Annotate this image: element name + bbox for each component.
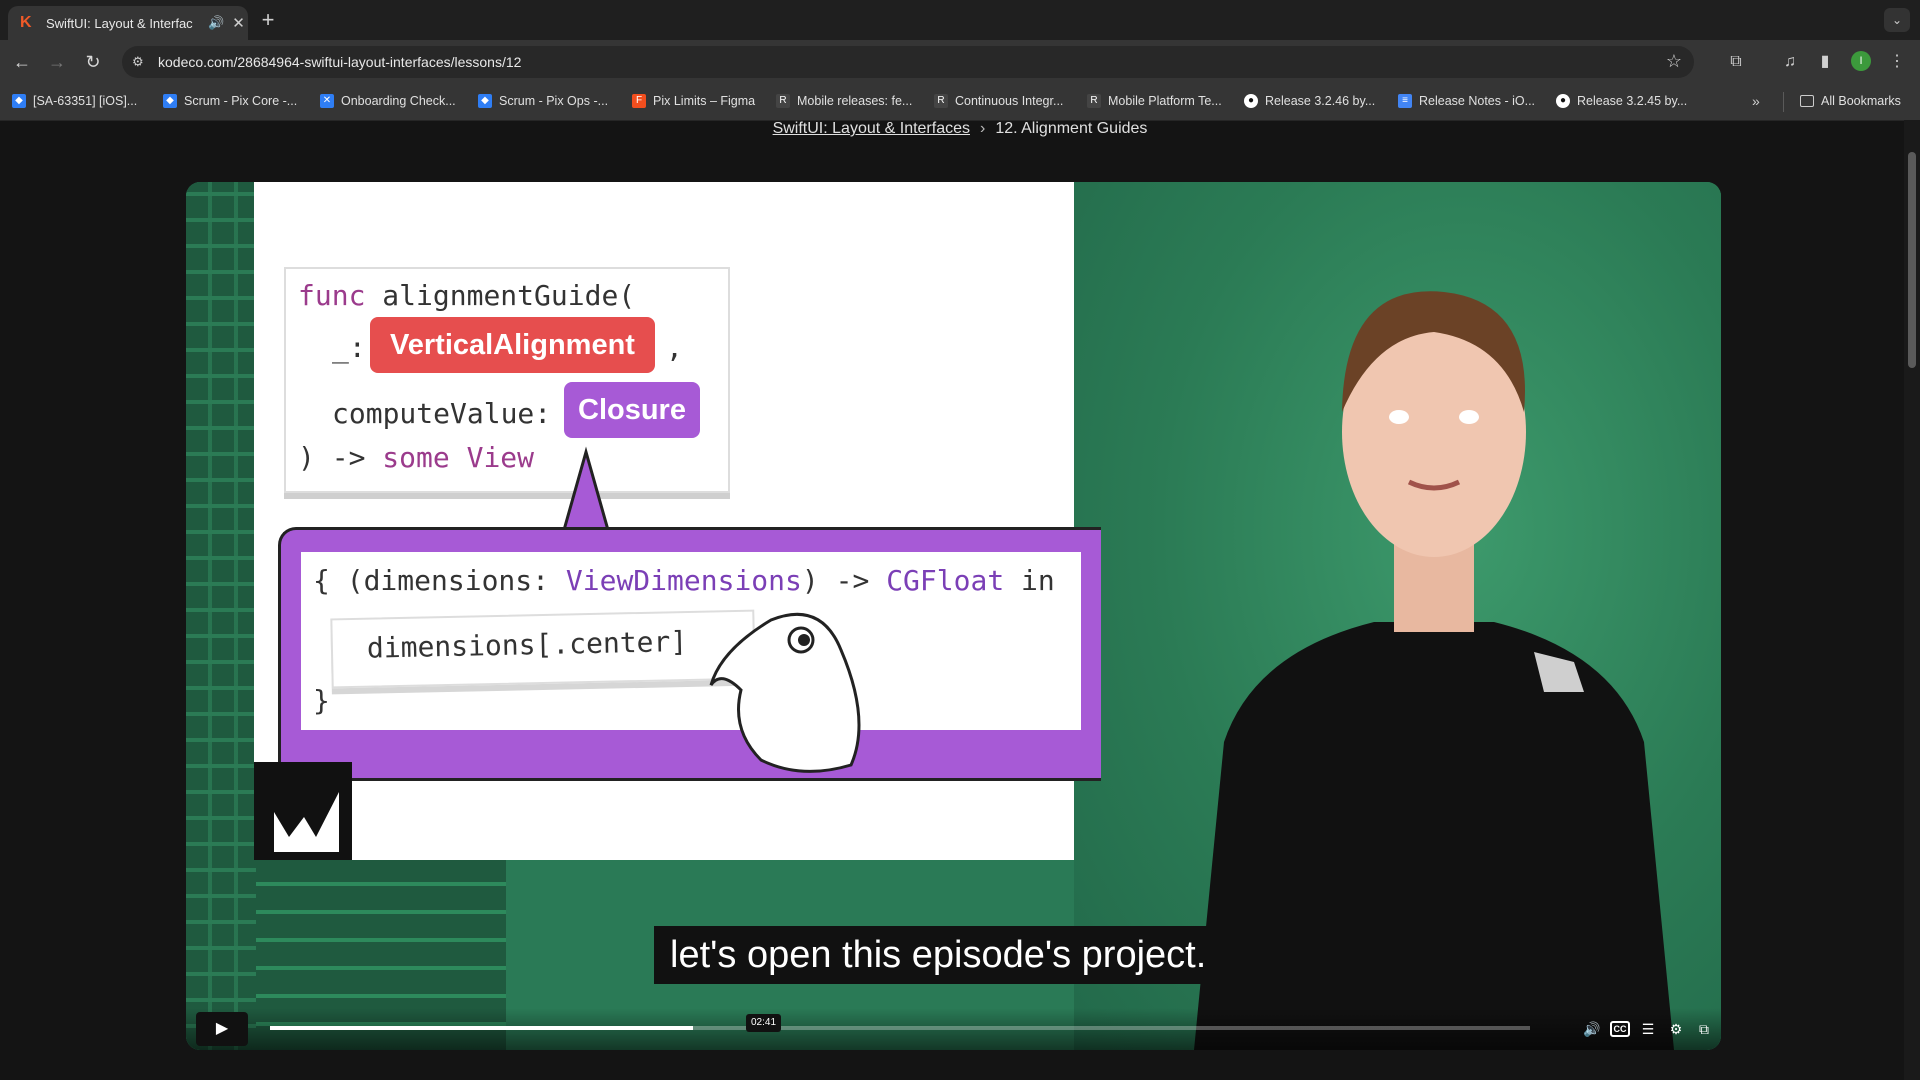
tab-title: SwiftUI: Layout & Interfac [46, 15, 193, 31]
scrollbar-thumb[interactable] [1908, 152, 1916, 368]
code-line: } [313, 684, 330, 717]
profile-avatar[interactable]: I [1851, 51, 1871, 71]
rmt-icon: R [1087, 94, 1101, 108]
jira-icon: ◆ [478, 94, 492, 108]
closure-body-box: dimensions[.center] [330, 609, 756, 689]
play-icon[interactable]: ▶ [196, 1012, 248, 1046]
closed-captions-icon[interactable]: CC [1610, 1021, 1630, 1037]
bookmark-item[interactable]: ● Release 3.2.45 by... [1556, 94, 1687, 108]
tab-strip: K SwiftUI: Layout & Interfac 🔊 ✕ + ⌄ [0, 0, 1920, 40]
progress-fill [270, 1026, 694, 1030]
bookmarks-divider [1783, 92, 1784, 112]
chevron-right-icon: › [980, 120, 986, 137]
url-text[interactable]: kodeco.com/28684964-swiftui-layout-inter… [158, 54, 521, 70]
media-controls-icon[interactable]: ♫ [1779, 51, 1801, 73]
all-bookmarks-button[interactable]: All Bookmarks [1800, 94, 1901, 108]
vertical-alignment-pill: VerticalAlignment [370, 317, 655, 373]
presenter-figure [1194, 291, 1674, 1050]
rw-logo-shape [274, 792, 339, 852]
forward-arrow-icon[interactable]: → [45, 50, 69, 74]
code-line: func alignmentGuide( [298, 279, 636, 312]
bird-pupil [798, 634, 810, 646]
function-signature-box: func alignmentGuide( _: VerticalAlignmen… [284, 267, 730, 493]
browser-tab[interactable]: K SwiftUI: Layout & Interfac 🔊 ✕ [8, 6, 248, 40]
course-link[interactable]: SwiftUI: Layout & Interfaces [773, 120, 970, 137]
bookmark-item[interactable]: ✕ Onboarding Check... [320, 94, 456, 108]
rw-logo-mark [274, 792, 339, 852]
more-bookmarks-icon[interactable]: » [1752, 93, 1760, 109]
extensions-puzzle-icon[interactable]: ⧉ [1725, 51, 1747, 73]
jira-icon: ◆ [163, 94, 177, 108]
code-comma: , [666, 331, 683, 364]
progress-bar[interactable]: 02:41 [270, 1014, 1530, 1032]
address-bar[interactable]: ⚙ kodeco.com/28684964-swiftui-layout-int… [122, 46, 1694, 78]
tab-search-chevron-icon[interactable]: ⌄ [1884, 8, 1910, 32]
rmt-icon: R [776, 94, 790, 108]
presenter-eye [1389, 410, 1409, 424]
kodeco-favicon-icon: K [20, 14, 32, 31]
settings-gear-icon[interactable]: ⚙ [1666, 1019, 1686, 1039]
side-panel-icon[interactable]: ▮ [1814, 51, 1836, 73]
video-subtitle: let's open this episode's project. [654, 926, 1223, 984]
presenter-shirt [1194, 622, 1674, 1050]
presenter-eye [1459, 410, 1479, 424]
breadcrumb: SwiftUI: Layout & Interfaces › 12. Alignme… [0, 120, 1920, 140]
presenter-background [1074, 182, 1721, 1050]
bookmark-item[interactable]: ◆ Scrum - Pix Ops -... [478, 94, 608, 108]
code-line: computeValue: [332, 397, 552, 430]
code-line: _: [332, 331, 366, 364]
video-controls: ▶ 02:41 🔊 CC ☰ ⚙ ⧉ [186, 1008, 1721, 1050]
bookmark-item[interactable]: R Mobile Platform Te... [1087, 94, 1222, 108]
bookmark-item[interactable]: ◆ Scrum - Pix Core -... [163, 94, 297, 108]
bookmark-item[interactable]: ● Release 3.2.46 by... [1244, 94, 1375, 108]
audio-playing-icon[interactable]: 🔊 [208, 15, 224, 31]
rmt-icon: R [934, 94, 948, 108]
closure-pill: Closure [564, 382, 700, 438]
callout-pointer-shape [562, 446, 610, 532]
new-tab-button[interactable]: + [256, 8, 280, 32]
folder-icon [1800, 95, 1814, 107]
bookmark-star-icon[interactable]: ☆ [1666, 51, 1682, 72]
chrome-menu-icon[interactable]: ⋮ [1886, 51, 1908, 73]
bird-body [709, 612, 861, 773]
site-info-icon[interactable]: ⚙ [132, 54, 144, 70]
close-tab-icon[interactable]: ✕ [232, 14, 245, 32]
code-line: dimensions[.center] [366, 624, 688, 665]
docs-icon: ≡ [1398, 94, 1412, 108]
bookmark-item[interactable]: ◆ [SA-63351] [iOS]... [12, 94, 137, 108]
confluence-icon: ✕ [320, 94, 334, 108]
callout-pointer [562, 446, 610, 532]
back-arrow-icon[interactable]: ← [10, 50, 34, 74]
bookmarks-bar: ◆ [SA-63351] [iOS]... ◆ Scrum - Pix Core -… [0, 84, 1920, 121]
lesson-title: 12. Alignment Guides [995, 120, 1148, 137]
closure-callout: { (dimensions: ViewDimensions) -> CGFloa… [278, 527, 1101, 781]
github-icon: ● [1244, 94, 1258, 108]
transcript-icon[interactable]: ☰ [1638, 1019, 1658, 1039]
code-line: { (dimensions: ViewDimensions) -> CGFloa… [313, 564, 1055, 597]
video-player[interactable]: func alignmentGuide( _: VerticalAlignmen… [186, 182, 1721, 1050]
bookmark-item[interactable]: R Continuous Integr... [934, 94, 1063, 108]
volume-icon[interactable]: 🔊 [1582, 1019, 1602, 1039]
closure-code-box: { (dimensions: ViewDimensions) -> CGFloa… [301, 552, 1081, 730]
bookmark-item[interactable]: ≡ Release Notes - iO... [1398, 94, 1535, 108]
figma-icon: F [632, 94, 646, 108]
browser-toolbar: ← → ↻ ⚙ kodeco.com/28684964-swiftui-layo… [0, 40, 1920, 84]
jira-icon: ◆ [12, 94, 26, 108]
code-slide: func alignmentGuide( _: VerticalAlignmen… [254, 182, 1101, 860]
bookmark-item[interactable]: F Pix Limits – Figma [632, 94, 755, 108]
bird-mascot [709, 612, 861, 773]
github-icon: ● [1556, 94, 1570, 108]
bookmark-item[interactable]: R Mobile releases: fe... [776, 94, 912, 108]
tile-pattern [186, 182, 256, 1050]
time-tooltip: 02:41 [746, 1014, 782, 1032]
picture-in-picture-icon[interactable]: ⧉ [1694, 1019, 1714, 1039]
rw-logo [254, 762, 352, 860]
code-line: ) -> some View [298, 441, 535, 474]
reload-icon[interactable]: ↻ [81, 50, 105, 74]
